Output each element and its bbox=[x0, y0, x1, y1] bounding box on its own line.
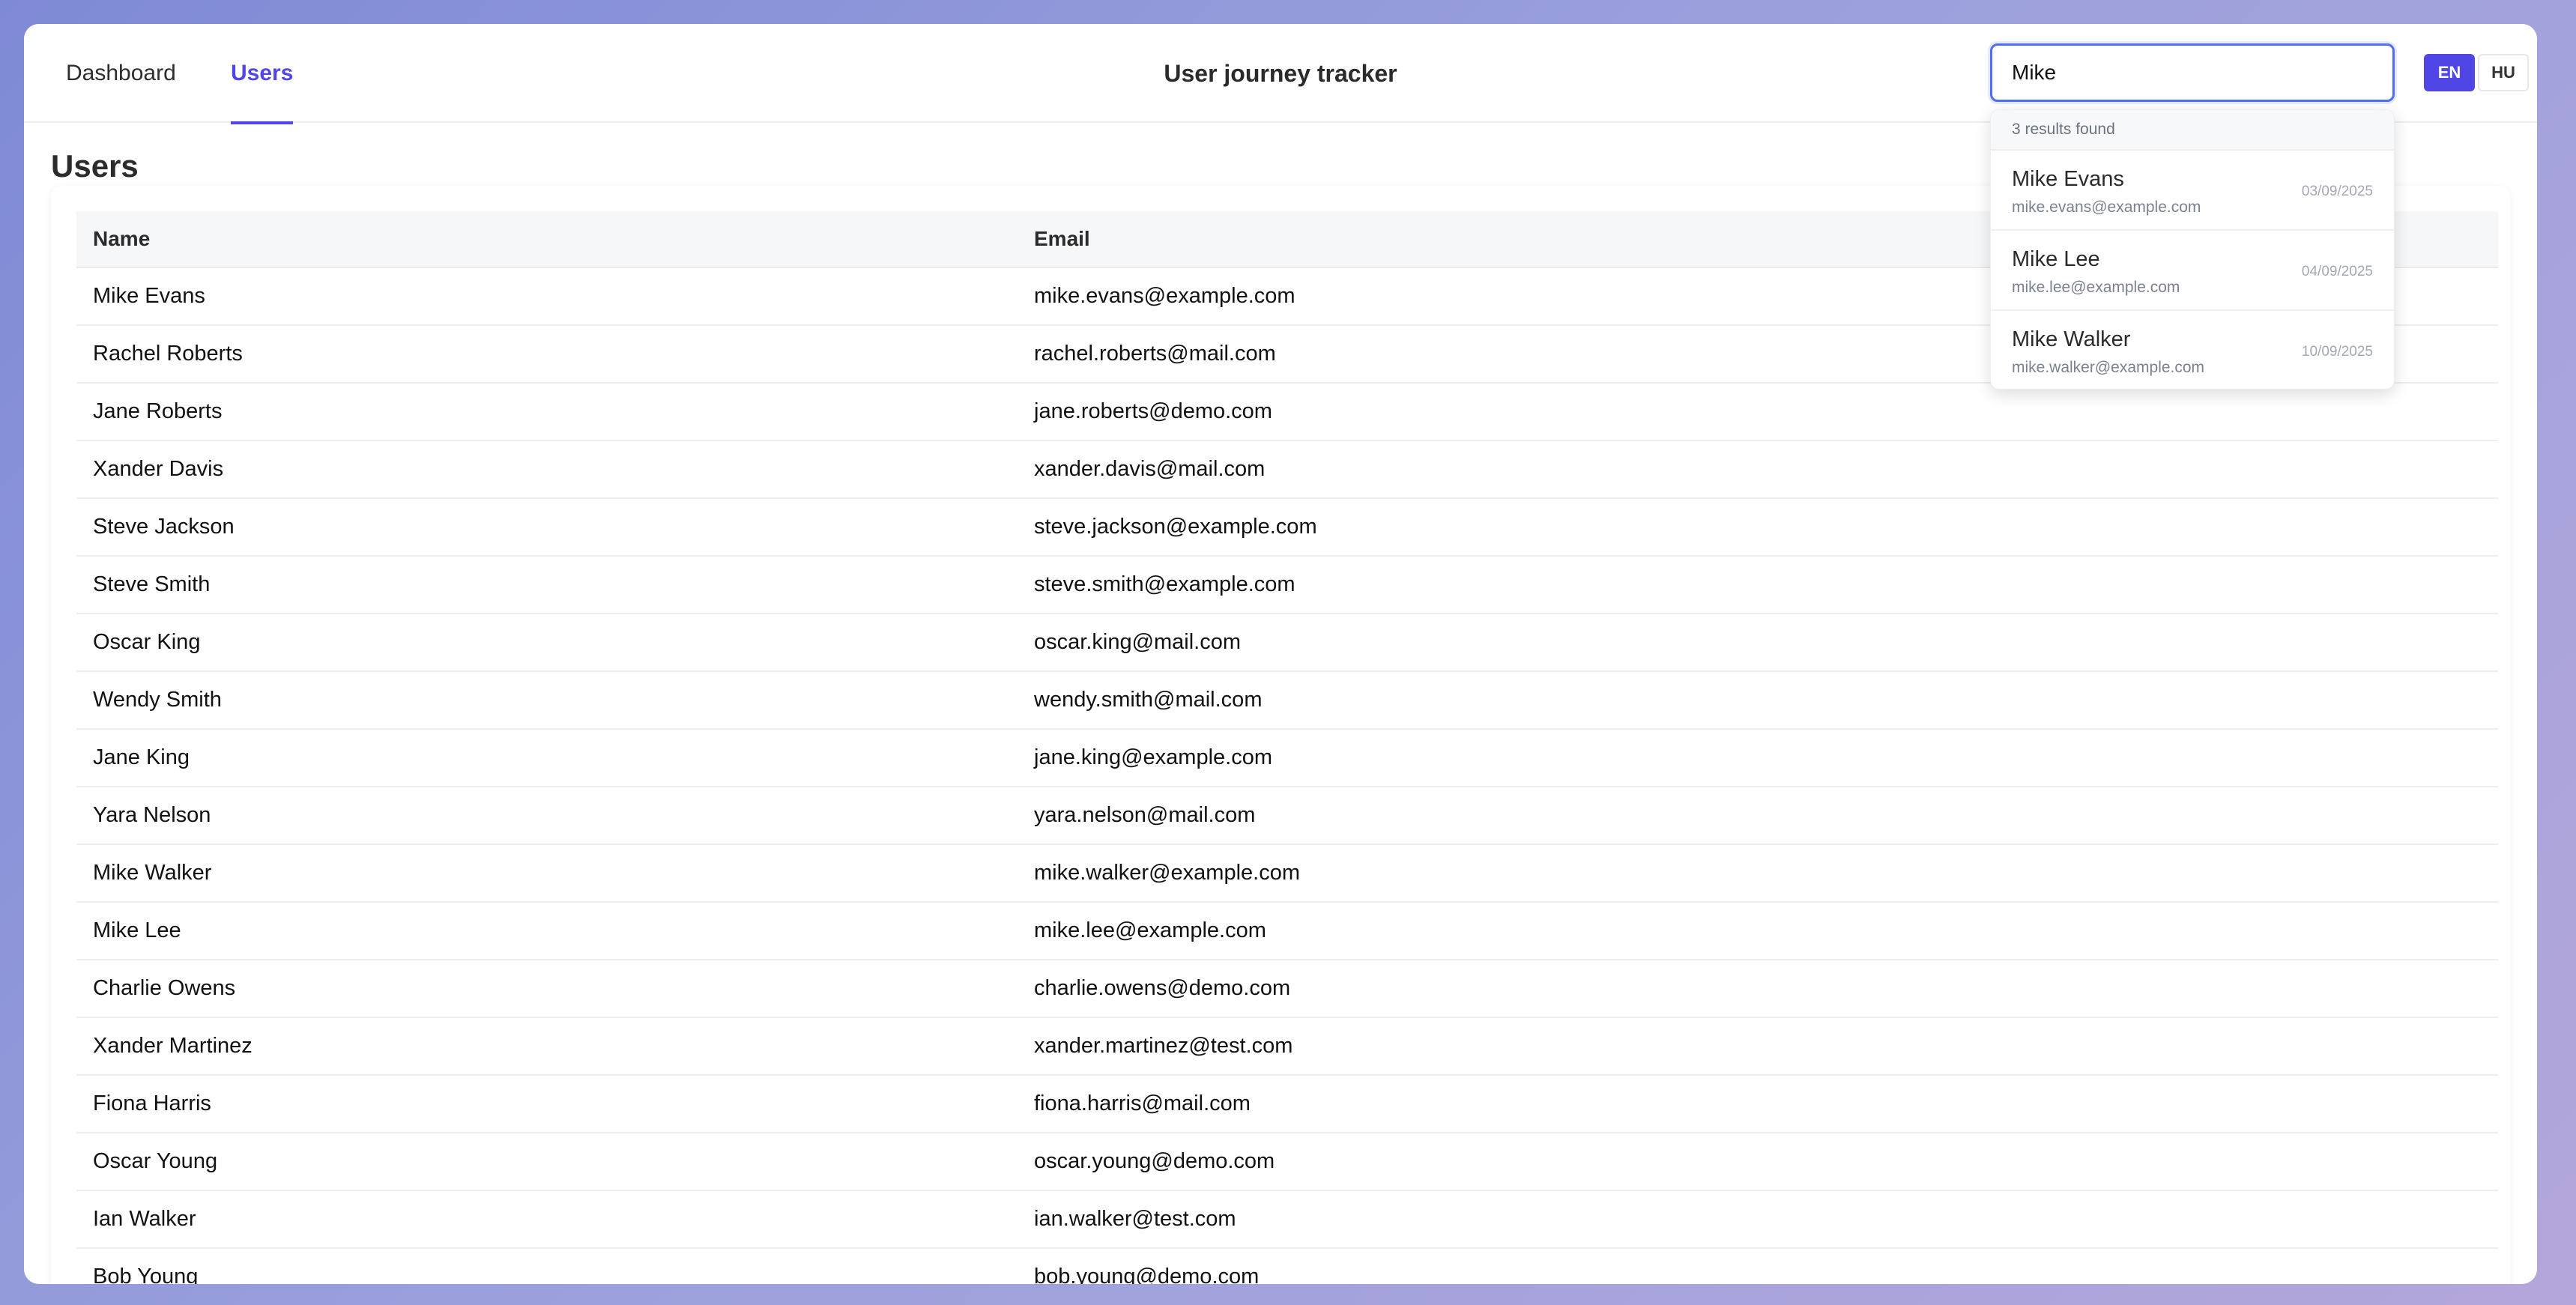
table-row[interactable]: Mike Walker mike.walker@example.com bbox=[76, 845, 2498, 903]
result-name: Mike Evans bbox=[2012, 167, 2124, 191]
cell-name: Xander Davis bbox=[93, 457, 224, 481]
cell-name: Oscar Young bbox=[93, 1149, 218, 1173]
nav-tab-label: Users bbox=[231, 61, 294, 85]
nav-tab-dashboard[interactable]: Dashboard bbox=[66, 24, 176, 123]
nav-tab-users[interactable]: Users bbox=[231, 24, 294, 124]
table-row[interactable]: Yara Nelson yara.nelson@mail.com bbox=[76, 787, 2498, 845]
cell-email: mike.evans@example.com bbox=[1034, 284, 1295, 308]
cell-email: xander.davis@mail.com bbox=[1034, 457, 1266, 481]
table-row[interactable]: Oscar Young oscar.young@demo.com bbox=[76, 1133, 2498, 1191]
cell-name: Jane King bbox=[93, 745, 190, 769]
language-en-button[interactable]: EN bbox=[2424, 54, 2475, 91]
cell-name: Steve Smith bbox=[93, 572, 211, 596]
nav-tab-label: Dashboard bbox=[66, 61, 176, 85]
table-row[interactable]: Oscar King oscar.king@mail.com bbox=[76, 614, 2498, 672]
result-email: mike.walker@example.com bbox=[2012, 359, 2205, 376]
column-header-email[interactable]: Email bbox=[1034, 227, 1090, 251]
result-date: 04/09/2025 bbox=[2301, 264, 2373, 279]
table-row[interactable]: Xander Davis xander.davis@mail.com bbox=[76, 441, 2498, 499]
table-row[interactable]: Wendy Smith wendy.smith@mail.com bbox=[76, 672, 2498, 730]
cell-name: Yara Nelson bbox=[93, 803, 211, 827]
cell-name: Xander Martinez bbox=[93, 1034, 253, 1058]
cell-name: Mike Lee bbox=[93, 918, 181, 942]
cell-email: oscar.young@demo.com bbox=[1034, 1149, 1275, 1173]
table-row[interactable]: Mike Lee mike.lee@example.com bbox=[76, 903, 2498, 960]
search-result-item[interactable]: Mike Lee mike.lee@example.com 04/09/2025 bbox=[1991, 231, 2394, 311]
active-tab-indicator bbox=[231, 121, 294, 124]
language-hu-button[interactable]: HU bbox=[2478, 54, 2529, 91]
search-results-dropdown: 3 results found Mike Evans mike.evans@exa… bbox=[1990, 109, 2395, 390]
cell-email: charlie.owens@demo.com bbox=[1034, 976, 1291, 1000]
cell-name: Fiona Harris bbox=[93, 1091, 211, 1115]
cell-name: Steve Jackson bbox=[93, 515, 235, 539]
result-name: Mike Lee bbox=[2012, 247, 2100, 271]
table-row[interactable]: Charlie Owens charlie.owens@demo.com bbox=[76, 960, 2498, 1018]
table-body: Mike Evans mike.evans@example.com Rachel R… bbox=[76, 268, 2498, 1284]
cell-name: Charlie Owens bbox=[93, 976, 236, 1000]
table-row[interactable]: Bob Young bob.young@demo.com bbox=[76, 1249, 2498, 1284]
page-title: Users bbox=[51, 148, 139, 184]
cell-name: Bob Young bbox=[93, 1265, 199, 1284]
cell-email: fiona.harris@mail.com bbox=[1034, 1091, 1251, 1115]
result-date: 10/09/2025 bbox=[2301, 344, 2373, 360]
table-row[interactable]: Jane King jane.king@example.com bbox=[76, 730, 2498, 787]
search-result-item[interactable]: Mike Evans mike.evans@example.com 03/09/20… bbox=[1991, 151, 2394, 231]
cell-email: ian.walker@test.com bbox=[1034, 1207, 1236, 1231]
cell-name: Rachel Roberts bbox=[93, 342, 243, 366]
cell-email: jane.king@example.com bbox=[1034, 745, 1272, 769]
cell-email: yara.nelson@mail.com bbox=[1034, 803, 1256, 827]
result-email: mike.lee@example.com bbox=[2012, 279, 2180, 296]
cell-email: xander.martinez@test.com bbox=[1034, 1034, 1293, 1058]
cell-name: Mike Walker bbox=[93, 861, 212, 885]
cell-name: Ian Walker bbox=[93, 1207, 196, 1231]
table-row[interactable]: Fiona Harris fiona.harris@mail.com bbox=[76, 1076, 2498, 1133]
cell-email: steve.jackson@example.com bbox=[1034, 515, 1317, 539]
results-list: Mike Evans mike.evans@example.com 03/09/20… bbox=[1991, 151, 2394, 389]
table-row[interactable]: Steve Jackson steve.jackson@example.com bbox=[76, 499, 2498, 557]
result-email: mike.evans@example.com bbox=[2012, 199, 2201, 216]
app-window: Dashboard Users User journey tracker EN … bbox=[24, 24, 2537, 1284]
top-bar: Dashboard Users User journey tracker EN … bbox=[24, 24, 2537, 124]
table-row[interactable]: Ian Walker ian.walker@test.com bbox=[76, 1191, 2498, 1249]
cell-email: bob.young@demo.com bbox=[1034, 1265, 1260, 1284]
cell-email: mike.walker@example.com bbox=[1034, 861, 1300, 885]
cell-email: rachel.roberts@mail.com bbox=[1034, 342, 1276, 366]
table-row[interactable]: Jane Roberts jane.roberts@demo.com bbox=[76, 384, 2498, 441]
results-count: 3 results found bbox=[1991, 110, 2394, 151]
cell-email: wendy.smith@mail.com bbox=[1034, 688, 1263, 712]
cell-email: jane.roberts@demo.com bbox=[1034, 399, 1272, 423]
cell-email: steve.smith@example.com bbox=[1034, 572, 1295, 596]
result-name: Mike Walker bbox=[2012, 327, 2131, 351]
cell-email: mike.lee@example.com bbox=[1034, 918, 1266, 942]
column-header-name[interactable]: Name bbox=[93, 227, 150, 251]
cell-name: Wendy Smith bbox=[93, 688, 222, 712]
cell-email: oscar.king@mail.com bbox=[1034, 630, 1242, 654]
cell-name: Oscar King bbox=[93, 630, 201, 654]
cell-name: Mike Evans bbox=[93, 284, 205, 308]
search-result-item[interactable]: Mike Walker mike.walker@example.com 10/09/… bbox=[1991, 311, 2394, 389]
result-date: 03/09/2025 bbox=[2301, 184, 2373, 199]
search-input[interactable] bbox=[1990, 43, 2395, 102]
table-row[interactable]: Xander Martinez xander.martinez@test.com bbox=[76, 1018, 2498, 1076]
cell-name: Jane Roberts bbox=[93, 399, 223, 423]
table-row[interactable]: Steve Smith steve.smith@example.com bbox=[76, 557, 2498, 614]
